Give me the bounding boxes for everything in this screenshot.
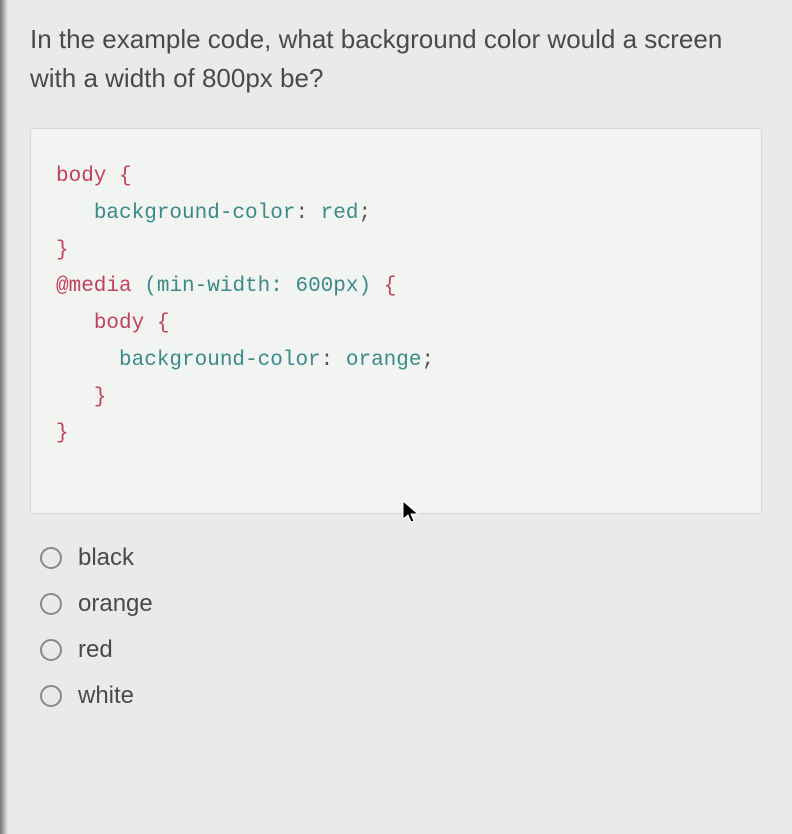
code-semi: ; — [358, 202, 371, 225]
option-white[interactable]: white — [40, 682, 762, 710]
code-paren: ) — [358, 275, 371, 298]
code-property: background-color — [94, 202, 296, 225]
option-label: orange — [78, 590, 153, 618]
code-indent — [56, 312, 94, 335]
code-colon: : — [321, 349, 346, 372]
question-text: In the example code, what background col… — [30, 20, 762, 98]
code-condition: min-width: 600px — [157, 275, 359, 298]
option-label: red — [78, 636, 113, 664]
code-value: red — [321, 202, 359, 225]
code-semi: ; — [422, 349, 435, 372]
code-brace: { — [371, 275, 396, 298]
radio-icon — [40, 547, 62, 569]
radio-icon — [40, 685, 62, 707]
left-shadow — [0, 0, 8, 834]
code-line-1: body { — [56, 159, 736, 196]
radio-icon — [40, 639, 62, 661]
code-brace: } — [94, 386, 107, 409]
code-line-8: } — [56, 416, 736, 453]
code-selector: body — [56, 165, 106, 188]
option-label: black — [78, 544, 134, 572]
code-line-2: background-color: red; — [56, 196, 736, 233]
code-selector: body — [94, 312, 144, 335]
option-red[interactable]: red — [40, 636, 762, 664]
code-brace: { — [106, 165, 131, 188]
code-brace: { — [144, 312, 169, 335]
code-brace: } — [56, 239, 69, 262]
code-line-4: @media (min-width: 600px) { — [56, 269, 736, 306]
radio-icon — [40, 593, 62, 615]
code-space — [132, 275, 145, 298]
code-property: background-color — [119, 349, 321, 372]
code-atrule: @media — [56, 275, 132, 298]
code-indent — [56, 202, 94, 225]
code-colon: : — [295, 202, 320, 225]
option-label: white — [78, 682, 134, 710]
code-value: orange — [346, 349, 422, 372]
code-line-3: } — [56, 233, 736, 270]
code-indent — [56, 386, 94, 409]
code-paren: ( — [144, 275, 157, 298]
options-group: black orange red white — [30, 544, 762, 710]
code-block: body { background-color: red; } @media (… — [30, 128, 762, 514]
option-orange[interactable]: orange — [40, 590, 762, 618]
cursor-icon — [401, 499, 421, 525]
option-black[interactable]: black — [40, 544, 762, 572]
code-indent — [56, 349, 119, 372]
code-line-6: background-color: orange; — [56, 343, 736, 380]
code-line-5: body { — [56, 306, 736, 343]
code-brace: } — [56, 422, 69, 445]
code-line-7: } — [56, 380, 736, 417]
